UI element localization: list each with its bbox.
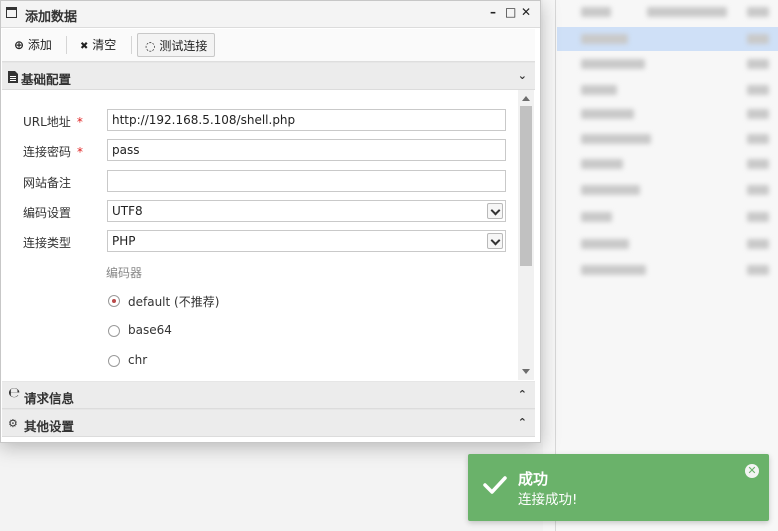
toolbar-separator [131, 36, 132, 54]
blurred-text [581, 34, 628, 44]
encoder-radio-default[interactable] [108, 295, 120, 307]
password-input[interactable] [107, 139, 506, 161]
encoder-option-label: chr [128, 353, 148, 367]
blurred-text [581, 7, 611, 17]
encoder-group-label: 编码器 [106, 266, 143, 280]
scroll-down-arrow-icon[interactable] [522, 369, 530, 374]
chevron-down-icon[interactable] [487, 203, 503, 219]
section-other-title: 其他设置 [24, 419, 75, 434]
clear-x-icon: ✖ [80, 41, 89, 52]
background-list-row [557, 152, 778, 176]
encoder-radio-chr[interactable] [108, 355, 120, 367]
scrollbar-thumb[interactable] [520, 106, 532, 266]
blurred-text [581, 185, 640, 195]
section-other-header[interactable]: ⚙ 其他设置 ⌃ [2, 409, 535, 437]
encoding-value: UTF8 [112, 204, 143, 218]
section-request-title: 请求信息 [24, 391, 75, 406]
background-list-row [557, 127, 778, 151]
window-icon [6, 7, 17, 18]
toast-message: 连接成功! [518, 492, 578, 508]
background-list-row [557, 102, 778, 126]
blurred-text [581, 85, 617, 95]
note-label: 网站备注 [23, 176, 72, 190]
blurred-text [581, 212, 612, 222]
type-label: 连接类型 [23, 236, 72, 250]
file-icon [8, 71, 18, 83]
minimize-button[interactable]: – [490, 5, 496, 19]
toolbar-separator [66, 36, 67, 54]
blurred-text [747, 134, 769, 144]
chevron-down-icon: ⌄ [517, 69, 527, 82]
type-value: PHP [112, 234, 136, 248]
url-input[interactable] [107, 109, 506, 131]
blurred-text [581, 109, 634, 119]
basic-config-form: URL地址* 连接密码* 网站备注 编码设置 UTF8 连接类型 PHP 编码器… [2, 90, 535, 380]
chevron-up-icon: ⌃ [517, 388, 527, 401]
background-list-row [557, 27, 778, 51]
password-label: 连接密码 * [23, 145, 84, 159]
window-titlebar[interactable]: 添加数据 – □ ✕ [1, 1, 540, 28]
clear-button[interactable]: ✖ 清空 [73, 33, 123, 57]
section-request-header[interactable]: ℮ 请求信息 ⌃ [2, 381, 535, 409]
background-list-row [557, 258, 778, 282]
toast-close-button[interactable]: ✕ [745, 464, 759, 478]
blurred-text [747, 265, 769, 275]
chevron-down-icon[interactable] [487, 233, 503, 249]
blurred-text [581, 265, 646, 275]
background-list-row [557, 0, 778, 24]
blurred-text [747, 159, 769, 169]
clear-button-label: 清空 [92, 38, 117, 52]
toolbar: ⊕ 添加 ✖ 清空 ◌ 测试连接 [2, 29, 535, 62]
blurred-text [581, 239, 629, 249]
blurred-text [747, 34, 769, 44]
maximize-button[interactable]: □ [505, 5, 516, 19]
spinner-icon: ◌ [145, 39, 156, 53]
background-list-row [557, 232, 778, 256]
chevron-up-icon: ⌃ [517, 416, 527, 429]
checkmark-icon [483, 476, 507, 494]
blurred-text [747, 185, 769, 195]
background-list-row [557, 205, 778, 229]
blurred-text [747, 7, 769, 17]
scroll-up-arrow-icon[interactable] [522, 96, 530, 101]
note-input[interactable] [107, 170, 506, 192]
blurred-text [747, 239, 769, 249]
encoder-option-label: default (不推荐) [128, 295, 220, 309]
toast-title: 成功 [518, 470, 549, 488]
blurred-text [747, 212, 769, 222]
encoding-label: 编码设置 [23, 206, 72, 220]
form-scrollbar[interactable] [518, 90, 534, 380]
type-select[interactable]: PHP [107, 230, 506, 252]
blurred-text [647, 7, 727, 17]
test-connection-label: 测试连接 [159, 39, 208, 53]
add-button-label: 添加 [27, 38, 52, 52]
add-button[interactable]: ⊕ 添加 [7, 33, 59, 57]
background-list-row [557, 52, 778, 76]
blurred-text [747, 59, 769, 69]
blurred-text [581, 134, 651, 144]
section-basic-title: 基础配置 [21, 72, 72, 87]
encoding-select[interactable]: UTF8 [107, 200, 506, 222]
background-list-row [557, 78, 778, 102]
test-connection-button[interactable]: ◌ 测试连接 [137, 33, 216, 57]
background-list-row [557, 178, 778, 202]
blurred-text [747, 85, 769, 95]
url-label: URL地址 * [23, 115, 83, 129]
close-button[interactable]: ✕ [521, 5, 531, 19]
encoder-option-label: base64 [128, 323, 172, 337]
add-data-window: 添加数据 – □ ✕ ⊕ 添加 ✖ 清空 ◌ 测试连接 基础配置 ⌄ URL地址… [0, 0, 541, 443]
success-toast: 成功 连接成功! ✕ [468, 454, 769, 521]
section-basic-header[interactable]: 基础配置 ⌄ [2, 62, 535, 90]
ie-icon: ℮ [8, 385, 20, 401]
blurred-text [747, 109, 769, 119]
encoder-radio-base64[interactable] [108, 325, 120, 337]
gears-icon: ⚙ [8, 417, 18, 430]
background-divider [555, 0, 556, 531]
window-title: 添加数据 [25, 10, 78, 25]
blurred-text [581, 159, 623, 169]
plus-circle-icon: ⊕ [14, 38, 25, 52]
blurred-text [581, 59, 645, 69]
